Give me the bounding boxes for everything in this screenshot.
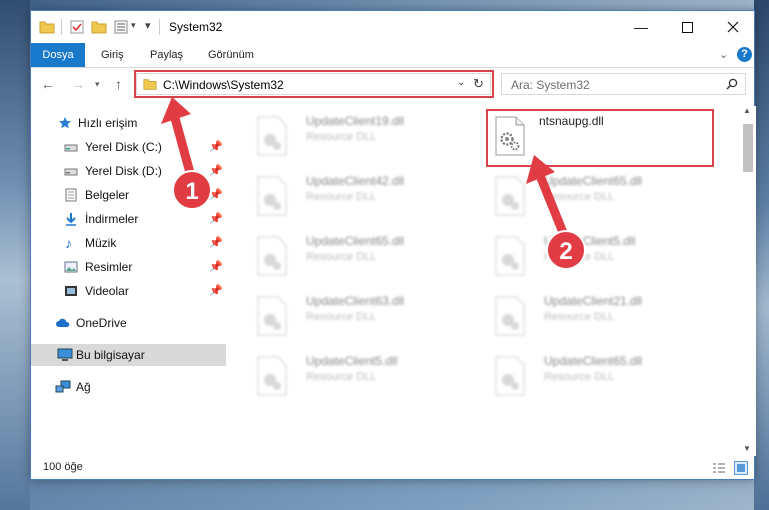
arrow-1 xyxy=(161,97,197,185)
annotation-arrows xyxy=(161,97,571,245)
arrow-2 xyxy=(526,155,571,245)
step-2-badge: 2 xyxy=(546,230,586,270)
step-1-badge: 1 xyxy=(172,170,212,210)
